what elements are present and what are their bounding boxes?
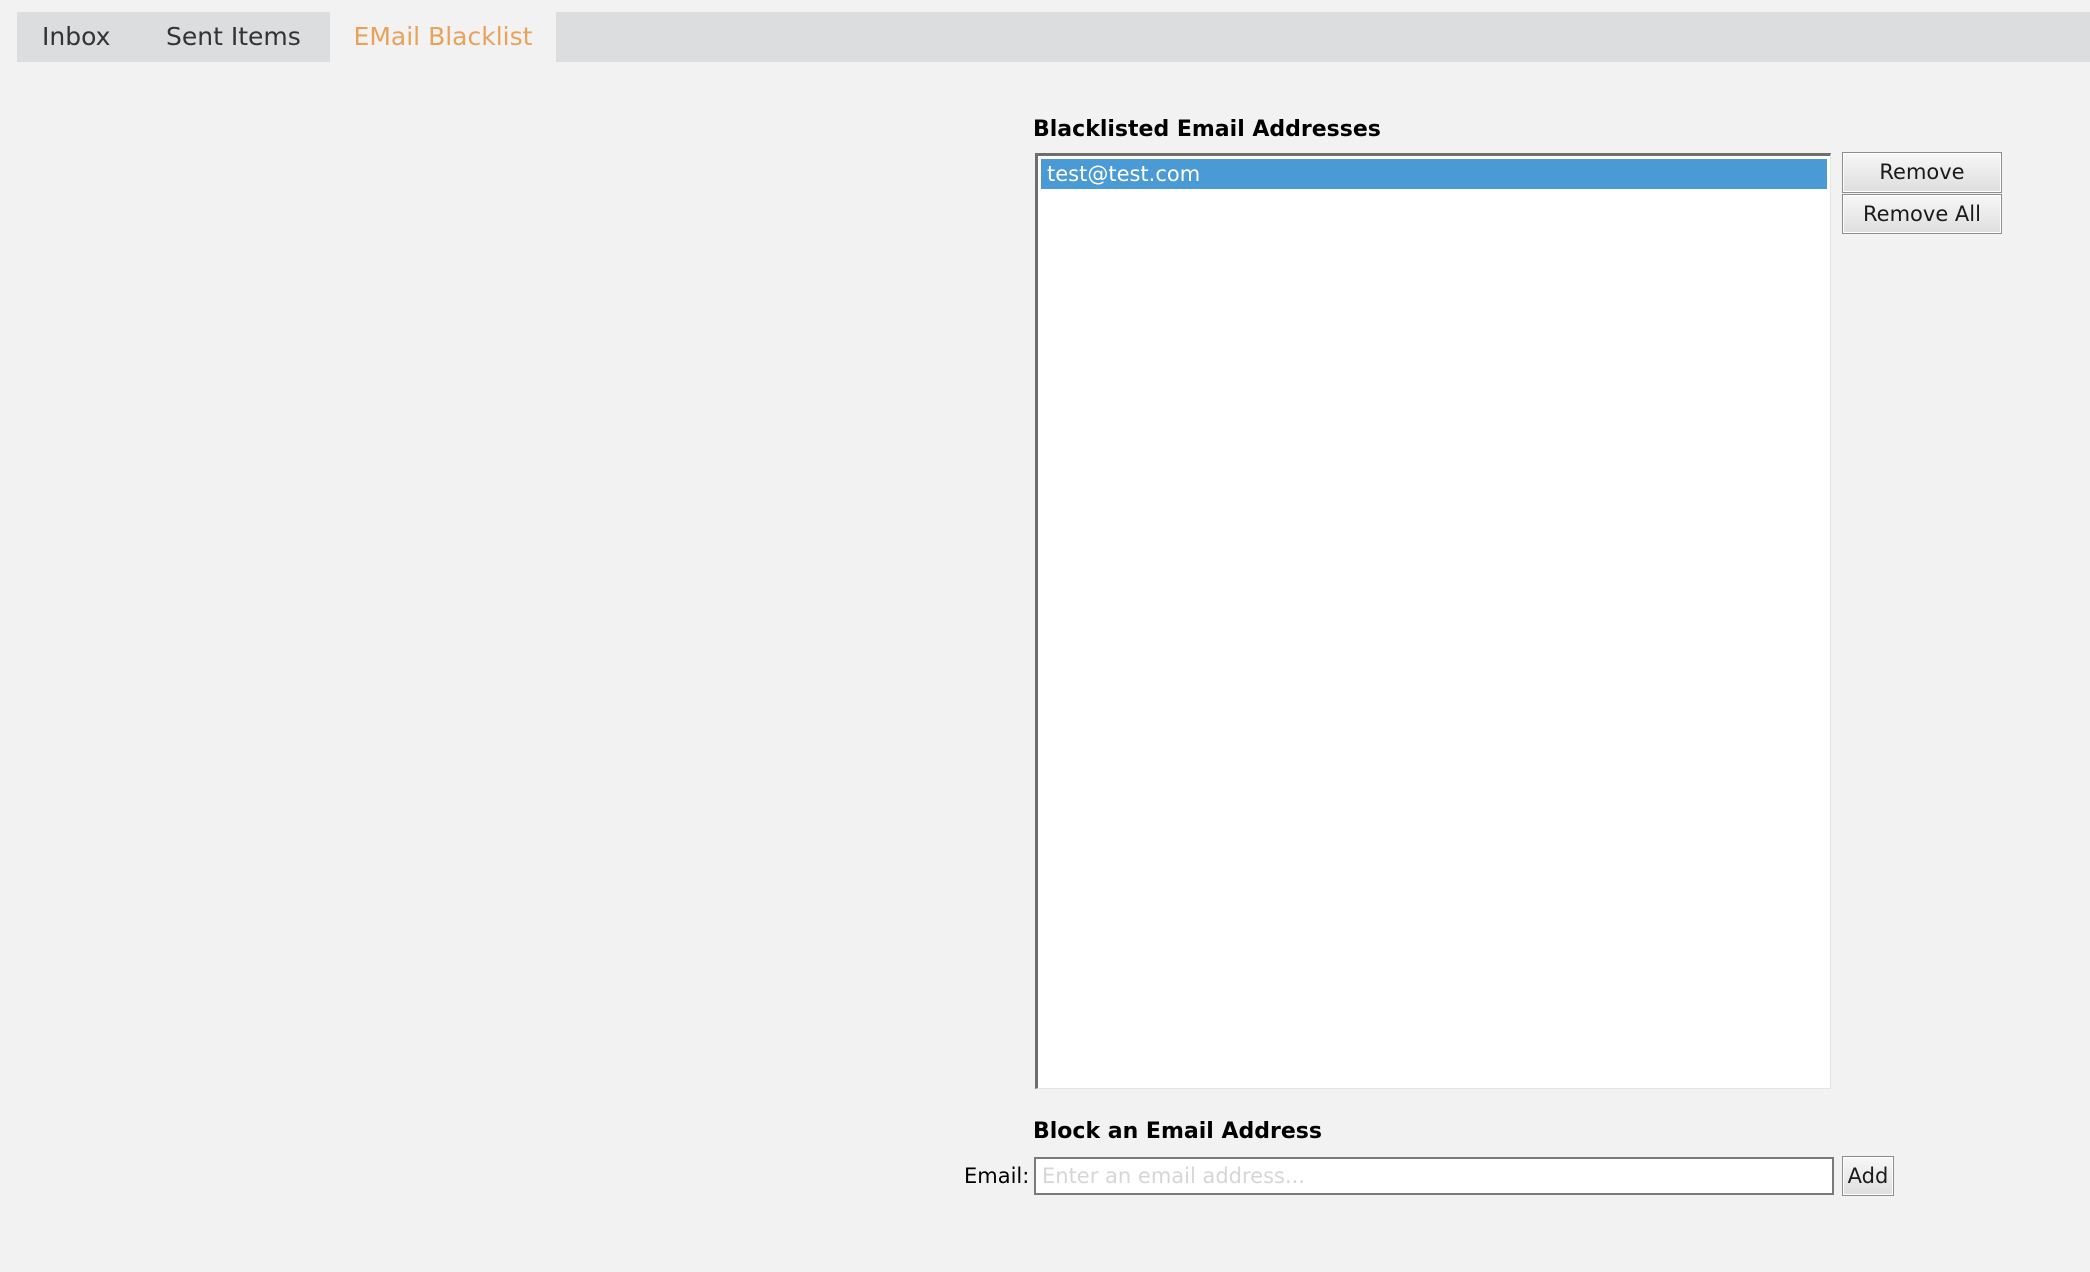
block-section-title: Block an Email Address xyxy=(1033,1119,1322,1144)
remove-all-button[interactable]: Remove All xyxy=(1842,194,2002,234)
tab-email-blacklist[interactable]: EMail Blacklist xyxy=(330,12,556,62)
blacklist-listbox[interactable]: test@test.com xyxy=(1035,153,1831,1089)
tab-sent-items[interactable]: Sent Items xyxy=(166,12,301,62)
email-field[interactable] xyxy=(1034,1157,1834,1195)
blacklist-section-title: Blacklisted Email Addresses xyxy=(1033,117,1381,142)
email-field-label: Email: xyxy=(964,1164,1030,1188)
tab-inbox[interactable]: Inbox xyxy=(42,12,110,62)
add-button[interactable]: Add xyxy=(1842,1156,1894,1196)
blacklist-item[interactable]: test@test.com xyxy=(1041,159,1827,189)
tab-bar: Inbox Sent Items EMail Blacklist xyxy=(17,12,2090,62)
remove-button[interactable]: Remove xyxy=(1842,152,2002,193)
